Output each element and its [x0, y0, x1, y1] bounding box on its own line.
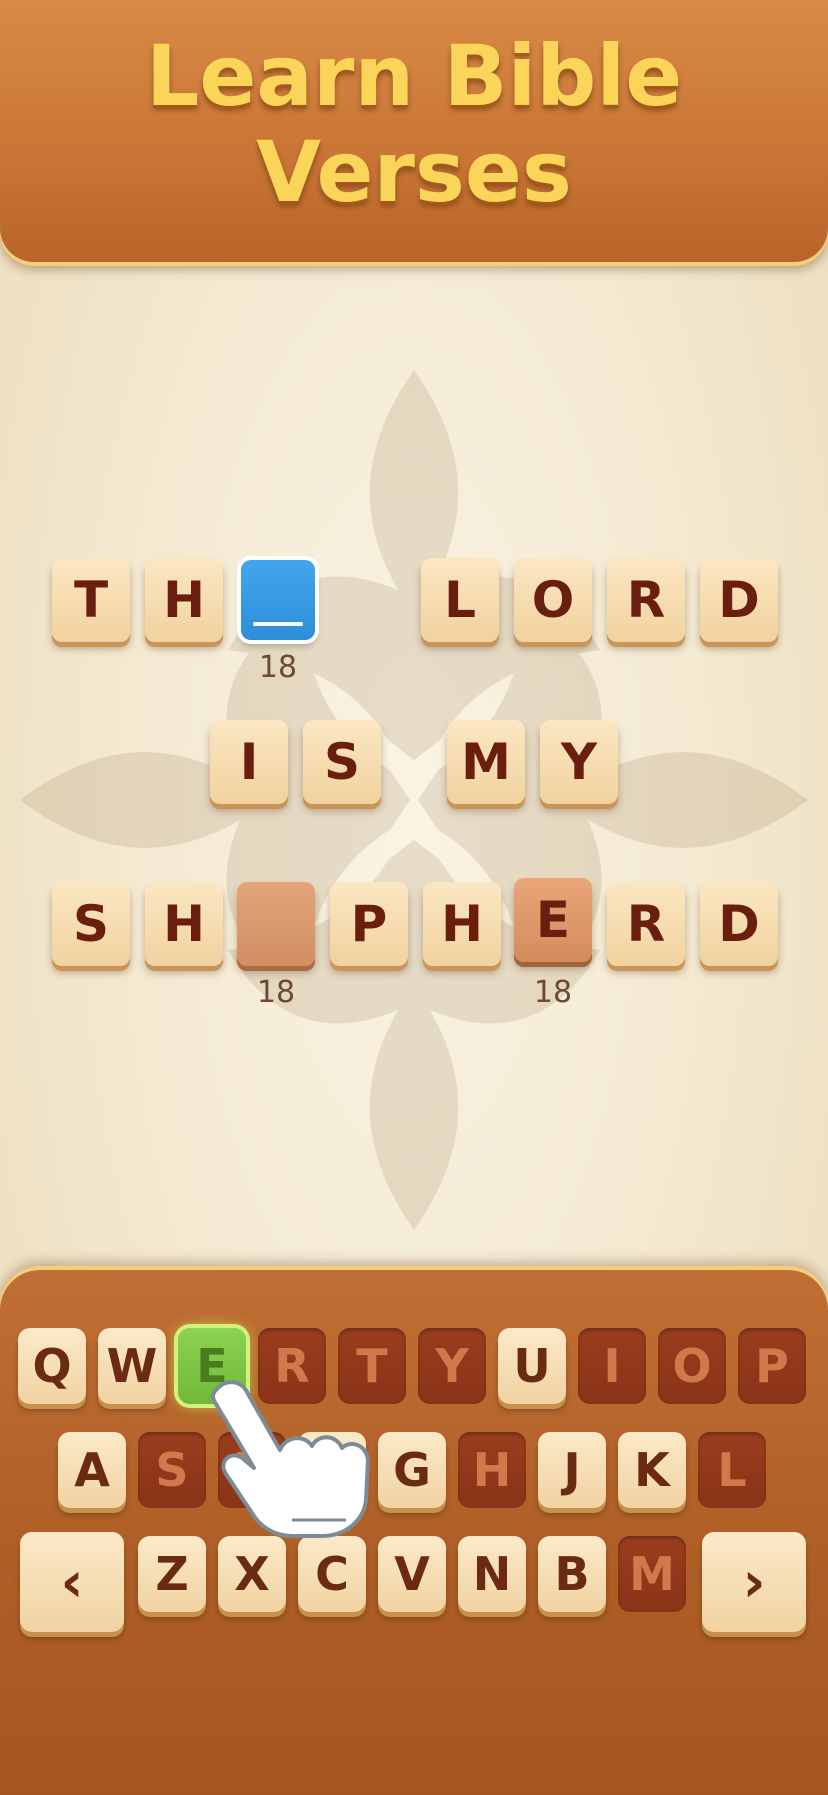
key-x[interactable]: X [218, 1536, 286, 1612]
blank-tile[interactable] [237, 882, 315, 966]
title-banner: Learn Bible Verses [0, 0, 828, 262]
key-b[interactable]: B [538, 1536, 606, 1612]
key-l[interactable]: L [698, 1432, 766, 1508]
blank-number-label: 18 [258, 650, 298, 685]
tile-p: P [330, 882, 408, 966]
key-n[interactable]: N [458, 1536, 526, 1612]
key-g[interactable]: G [378, 1432, 446, 1508]
tap-hand-icon [211, 1380, 370, 1538]
key-k[interactable]: K [618, 1432, 686, 1508]
next-button[interactable]: › [702, 1532, 806, 1632]
key-i[interactable]: I [578, 1328, 646, 1404]
key-a[interactable]: A [58, 1432, 126, 1508]
tile-h: H [145, 882, 223, 966]
tile-r: R [607, 882, 685, 966]
tile-r: R [607, 558, 685, 642]
tile-m: M [447, 720, 525, 804]
key-c[interactable]: C [298, 1536, 366, 1612]
tile-d: D [700, 558, 778, 642]
tile-s: S [303, 720, 381, 804]
key-p[interactable]: P [738, 1328, 806, 1404]
ornament-icon [20, 370, 808, 1230]
selected-blank-tile[interactable] [241, 560, 315, 640]
key-v[interactable]: V [378, 1536, 446, 1612]
tile-e-hint: E [514, 878, 592, 962]
page-title: Learn Bible Verses [0, 28, 828, 220]
key-m[interactable]: M [618, 1536, 686, 1612]
title-line-2: Verses [256, 123, 572, 221]
tile-l: L [421, 558, 499, 642]
key-u[interactable]: U [498, 1328, 566, 1404]
blank-number-label: 18 [256, 975, 296, 1010]
key-y[interactable]: Y [418, 1328, 486, 1404]
key-w[interactable]: W [98, 1328, 166, 1404]
title-line-1: Learn Bible [145, 27, 683, 125]
tile-o: O [514, 558, 592, 642]
tile-y: Y [540, 720, 618, 804]
key-z[interactable]: Z [138, 1536, 206, 1612]
tile-h: H [423, 882, 501, 966]
tile-h: H [145, 558, 223, 642]
tile-i: I [210, 720, 288, 804]
tile-s: S [52, 882, 130, 966]
hint-number-label: 18 [533, 975, 573, 1010]
key-h[interactable]: H [458, 1432, 526, 1508]
key-q[interactable]: Q [18, 1328, 86, 1404]
key-o[interactable]: O [658, 1328, 726, 1404]
prev-button[interactable]: ‹ [20, 1532, 124, 1632]
tile-t: T [52, 558, 130, 642]
tile-d: D [700, 882, 778, 966]
key-j[interactable]: J [538, 1432, 606, 1508]
